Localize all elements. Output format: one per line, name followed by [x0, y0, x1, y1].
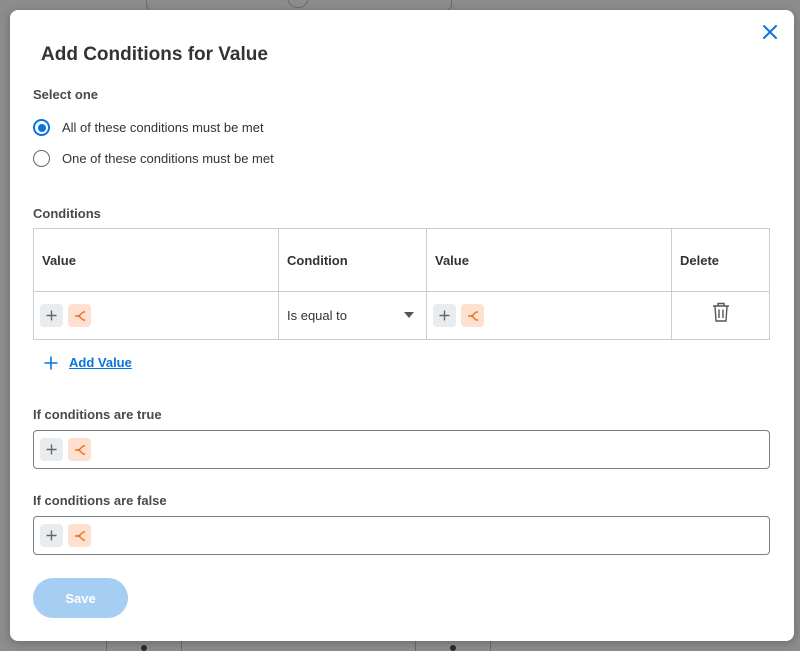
column-header-condition: Condition [279, 229, 427, 291]
prompt-icon [74, 310, 85, 321]
radio-button[interactable] [33, 150, 50, 167]
plus-icon [46, 310, 57, 321]
plus-icon [46, 444, 57, 455]
column-header-value: Value [34, 229, 279, 291]
add-value-link[interactable]: Add Value [44, 355, 132, 370]
add-value-chip[interactable] [40, 304, 63, 327]
prompt-chip[interactable] [68, 304, 91, 327]
radio-one-condition[interactable]: One of these conditions must be met [33, 150, 274, 167]
value-cell [427, 291, 672, 340]
if-false-field[interactable] [33, 516, 770, 555]
prompt-icon [74, 530, 85, 541]
delete-cell [672, 291, 769, 340]
prompt-chip[interactable] [68, 438, 91, 461]
close-button[interactable] [760, 22, 780, 42]
condition-select-value: Is equal to [287, 308, 347, 323]
prompt-icon [467, 310, 478, 321]
if-true-label: If conditions are true [33, 407, 162, 422]
plus-icon [439, 310, 450, 321]
prompt-chip[interactable] [68, 524, 91, 547]
caret-down-icon [404, 312, 414, 318]
column-header-delete: Delete [680, 253, 720, 268]
radio-label: All of these conditions must be met [62, 120, 264, 135]
trash-icon[interactable] [712, 302, 730, 322]
plus-icon [44, 356, 58, 369]
conditions-label: Conditions [33, 206, 101, 221]
value-cell [34, 291, 279, 340]
add-value-chip[interactable] [40, 524, 63, 547]
radio-button-checked[interactable] [33, 119, 50, 136]
radio-all-conditions[interactable]: All of these conditions must be met [33, 119, 264, 136]
prompt-chip[interactable] [461, 304, 484, 327]
radio-label: One of these conditions must be met [62, 151, 274, 166]
add-value-chip[interactable] [433, 304, 456, 327]
prompt-icon [74, 444, 85, 455]
background-connector-dot [450, 645, 456, 651]
add-conditions-dialog: Add Conditions for Value Select one All … [10, 10, 794, 641]
if-false-label: If conditions are false [33, 493, 167, 508]
dialog-title: Add Conditions for Value [41, 44, 268, 65]
add-value-chip[interactable] [40, 438, 63, 461]
background-connector-dot [141, 645, 147, 651]
save-button[interactable]: Save [33, 578, 128, 618]
close-icon [763, 25, 777, 39]
if-true-field[interactable] [33, 430, 770, 469]
conditions-table: Value Condition Value Delete Is equal to [33, 228, 770, 340]
add-value-label: Add Value [69, 355, 132, 370]
column-header-value: Value [427, 229, 672, 291]
select-one-label: Select one [33, 87, 99, 102]
plus-icon [46, 530, 57, 541]
condition-select[interactable]: Is equal to [279, 291, 427, 340]
